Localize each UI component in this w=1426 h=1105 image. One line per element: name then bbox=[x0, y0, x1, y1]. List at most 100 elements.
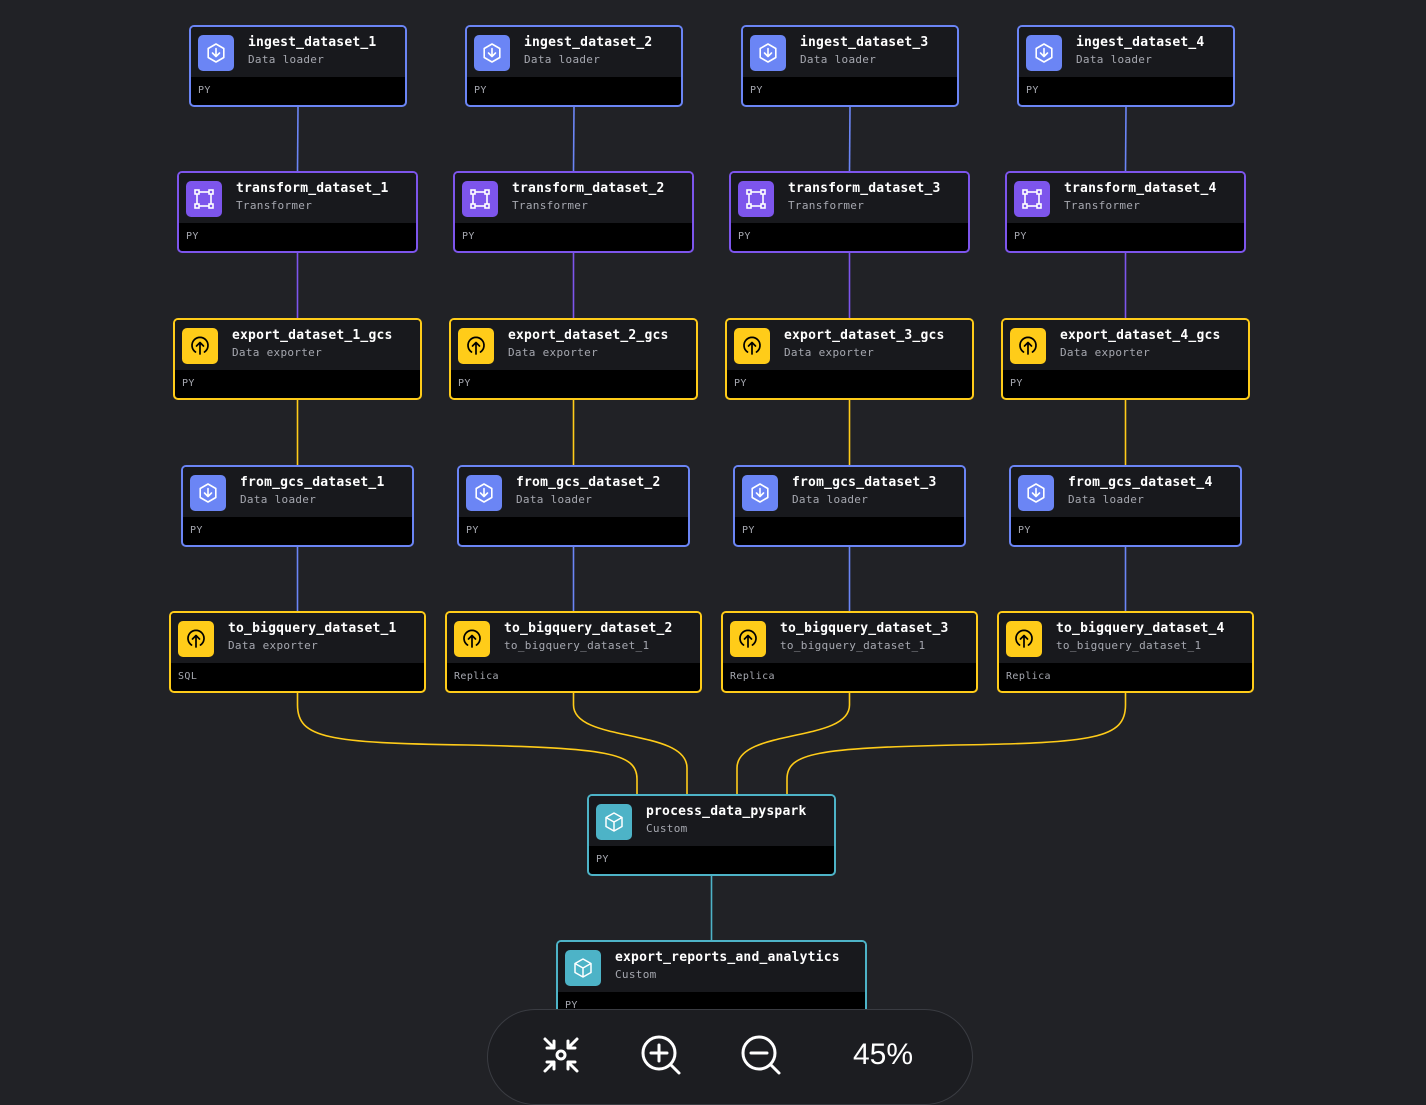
zoom-out-button[interactable] bbox=[738, 1032, 784, 1078]
block-name: transform_dataset_1 bbox=[236, 181, 389, 196]
block-header: to_bigquery_dataset_3 to_bigquery_dataset… bbox=[723, 613, 976, 663]
block-type: Data loader bbox=[1068, 493, 1145, 506]
block-to-bigquery-dataset-2[interactable]: to_bigquery_dataset_2 to_bigquery_dataset… bbox=[445, 611, 702, 693]
block-ingest-dataset-3[interactable]: ingest_dataset_3 Data loader PY bbox=[741, 25, 959, 107]
block-header: ingest_dataset_4 Data loader bbox=[1019, 27, 1233, 77]
block-name: to_bigquery_dataset_1 bbox=[228, 621, 397, 636]
upload-icon bbox=[1006, 621, 1042, 657]
download-icon bbox=[474, 35, 510, 71]
block-language: PY bbox=[750, 85, 763, 96]
block-language: PY bbox=[198, 85, 211, 96]
upload-icon bbox=[1010, 328, 1046, 364]
block-type: Data loader bbox=[792, 493, 869, 506]
download-icon bbox=[466, 475, 502, 511]
block-header: export_dataset_2_gcs Data exporter bbox=[451, 320, 696, 370]
block-language: Replica bbox=[1006, 671, 1051, 682]
zoom-in-button[interactable] bbox=[638, 1032, 684, 1078]
block-header: from_gcs_dataset_3 Data loader bbox=[735, 467, 964, 517]
block-transform-dataset-2[interactable]: transform_dataset_2 Transformer PY bbox=[453, 171, 694, 253]
block-language: PY bbox=[466, 525, 479, 536]
block-ingest-dataset-2[interactable]: ingest_dataset_2 Data loader PY bbox=[465, 25, 683, 107]
block-language: PY bbox=[182, 378, 195, 389]
block-language: PY bbox=[596, 854, 609, 865]
block-ingest-dataset-1[interactable]: ingest_dataset_1 Data loader PY bbox=[189, 25, 407, 107]
block-name: from_gcs_dataset_2 bbox=[516, 475, 661, 490]
block-language: PY bbox=[734, 378, 747, 389]
block-language: PY bbox=[1010, 378, 1023, 389]
block-name: transform_dataset_4 bbox=[1064, 181, 1217, 196]
block-name: to_bigquery_dataset_3 bbox=[780, 621, 949, 636]
zoom-out-icon bbox=[741, 1035, 781, 1075]
block-export-dataset-1-gcs[interactable]: export_dataset_1_gcs Data exporter PY bbox=[173, 318, 422, 400]
download-icon bbox=[198, 35, 234, 71]
transform-frame-icon bbox=[1014, 181, 1050, 217]
block-type: Custom bbox=[615, 968, 657, 981]
edge-ingest-dataset-4-to-transform-dataset-4 bbox=[1124, 106, 1127, 172]
block-name: from_gcs_dataset_4 bbox=[1068, 475, 1213, 490]
upload-icon bbox=[730, 621, 766, 657]
block-name: transform_dataset_2 bbox=[512, 181, 665, 196]
block-name: ingest_dataset_4 bbox=[1076, 35, 1205, 50]
block-ingest-dataset-4[interactable]: ingest_dataset_4 Data loader PY bbox=[1017, 25, 1235, 107]
upload-icon bbox=[182, 328, 218, 364]
block-name: transform_dataset_3 bbox=[788, 181, 941, 196]
block-type: to_bigquery_dataset_1 bbox=[1056, 639, 1202, 652]
block-name: ingest_dataset_1 bbox=[248, 35, 377, 50]
block-type: Data loader bbox=[1076, 53, 1153, 66]
block-from-gcs-dataset-3[interactable]: from_gcs_dataset_3 Data loader PY bbox=[733, 465, 966, 547]
block-language: PY bbox=[1018, 525, 1031, 536]
block-process-data-pyspark[interactable]: process_data_pyspark Custom PY bbox=[587, 794, 836, 876]
block-to-bigquery-dataset-1[interactable]: to_bigquery_dataset_1 Data exporter SQL bbox=[169, 611, 426, 693]
cube-icon bbox=[565, 950, 601, 986]
block-type: Transformer bbox=[788, 199, 865, 212]
collapse-arrows-icon bbox=[543, 1037, 579, 1073]
dependency-edges bbox=[296, 106, 1127, 940]
block-type: Data exporter bbox=[784, 346, 874, 359]
block-name: to_bigquery_dataset_2 bbox=[504, 621, 673, 636]
block-to-bigquery-dataset-4[interactable]: to_bigquery_dataset_4 to_bigquery_dataset… bbox=[997, 611, 1254, 693]
block-name: ingest_dataset_3 bbox=[800, 35, 929, 50]
block-from-gcs-dataset-2[interactable]: from_gcs_dataset_2 Data loader PY bbox=[457, 465, 690, 547]
block-transform-dataset-4[interactable]: transform_dataset_4 Transformer PY bbox=[1005, 171, 1246, 253]
block-type: Data loader bbox=[516, 493, 593, 506]
block-header: ingest_dataset_2 Data loader bbox=[467, 27, 681, 77]
block-header: transform_dataset_3 Transformer bbox=[731, 173, 968, 223]
block-name: to_bigquery_dataset_4 bbox=[1056, 621, 1225, 636]
block-from-gcs-dataset-4[interactable]: from_gcs_dataset_4 Data loader PY bbox=[1009, 465, 1242, 547]
edge-to-bigquery-dataset-4-to-process-data-pyspark bbox=[786, 693, 1127, 794]
block-name: from_gcs_dataset_3 bbox=[792, 475, 937, 490]
block-type: Transformer bbox=[512, 199, 589, 212]
block-language: SQL bbox=[178, 671, 198, 682]
edge-to-bigquery-dataset-1-to-process-data-pyspark bbox=[296, 693, 638, 794]
block-export-dataset-3-gcs[interactable]: export_dataset_3_gcs Data exporter PY bbox=[725, 318, 974, 400]
block-language: Replica bbox=[730, 671, 775, 682]
block-language: PY bbox=[458, 378, 471, 389]
block-to-bigquery-dataset-3[interactable]: to_bigquery_dataset_3 to_bigquery_dataset… bbox=[721, 611, 978, 693]
cube-icon bbox=[596, 804, 632, 840]
download-icon bbox=[1026, 35, 1062, 71]
block-export-dataset-2-gcs[interactable]: export_dataset_2_gcs Data exporter PY bbox=[449, 318, 698, 400]
block-from-gcs-dataset-1[interactable]: from_gcs_dataset_1 Data loader PY bbox=[181, 465, 414, 547]
upload-icon bbox=[734, 328, 770, 364]
transform-frame-icon bbox=[186, 181, 222, 217]
download-icon bbox=[750, 35, 786, 71]
block-type: to_bigquery_dataset_1 bbox=[504, 639, 650, 652]
block-transform-dataset-1[interactable]: transform_dataset_1 Transformer PY bbox=[177, 171, 418, 253]
block-header: export_dataset_4_gcs Data exporter bbox=[1003, 320, 1248, 370]
block-header: export_reports_and_analytics Custom bbox=[558, 942, 865, 992]
block-export-dataset-4-gcs[interactable]: export_dataset_4_gcs Data exporter PY bbox=[1001, 318, 1250, 400]
block-type: Data loader bbox=[524, 53, 601, 66]
fit-view-button[interactable] bbox=[538, 1032, 584, 1078]
block-name: ingest_dataset_2 bbox=[524, 35, 653, 50]
zoom-controls: 45% bbox=[487, 1009, 973, 1105]
block-header: from_gcs_dataset_2 Data loader bbox=[459, 467, 688, 517]
block-name: export_dataset_1_gcs bbox=[232, 328, 393, 343]
block-header: from_gcs_dataset_1 Data loader bbox=[183, 467, 412, 517]
zoom-in-icon bbox=[641, 1035, 681, 1075]
download-icon bbox=[190, 475, 226, 511]
block-type: Transformer bbox=[1064, 199, 1141, 212]
block-transform-dataset-3[interactable]: transform_dataset_3 Transformer PY bbox=[729, 171, 970, 253]
block-type: Data loader bbox=[800, 53, 877, 66]
block-type: Data exporter bbox=[232, 346, 322, 359]
edge-to-bigquery-dataset-2-to-process-data-pyspark bbox=[572, 693, 688, 794]
